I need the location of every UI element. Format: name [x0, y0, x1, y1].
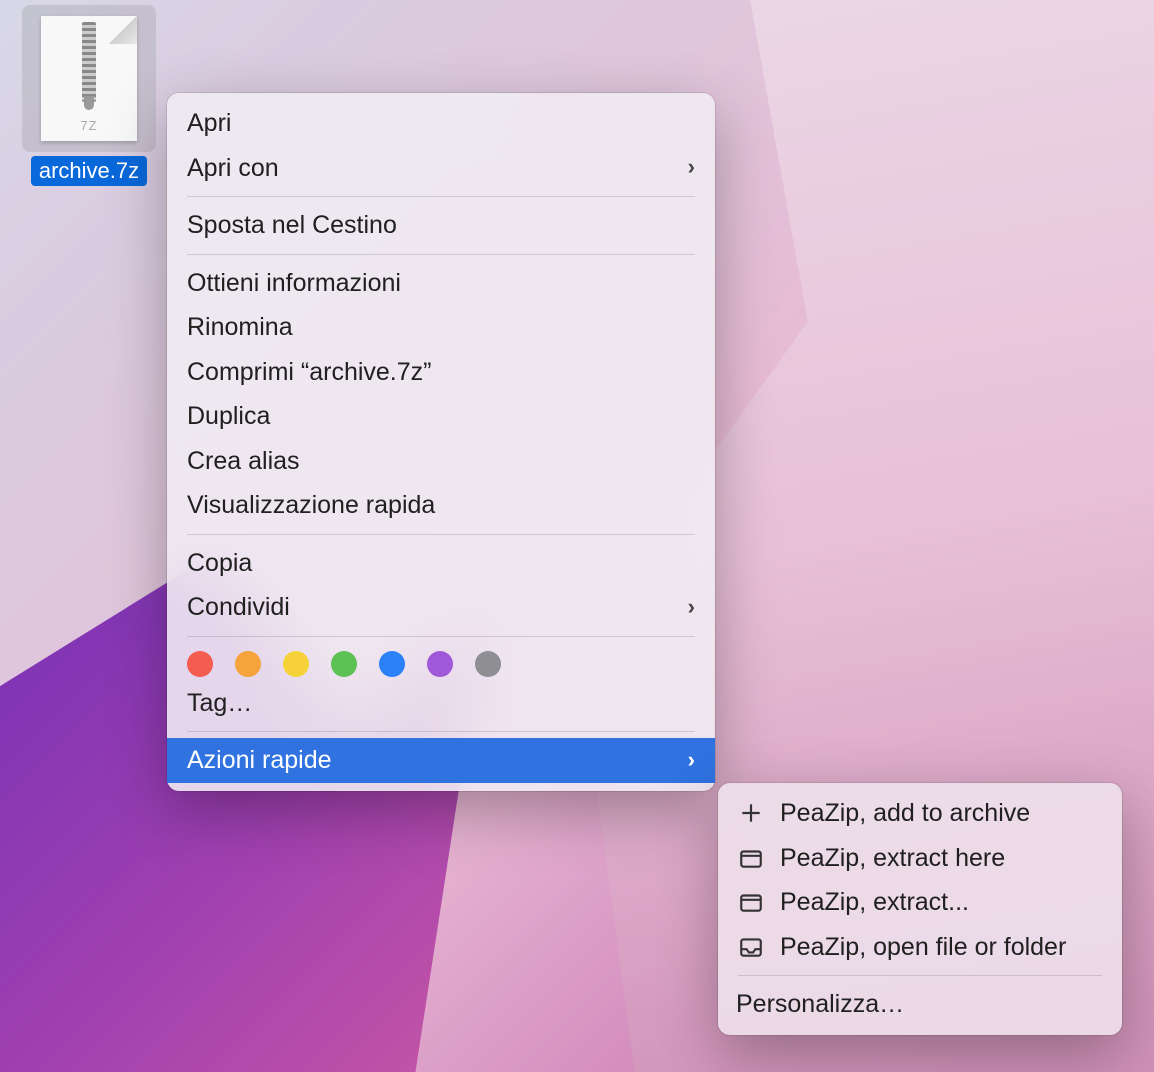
chevron-right-icon: › [688, 153, 695, 182]
tag-yellow[interactable] [283, 651, 309, 677]
archive-file-icon: 7Z [41, 16, 137, 141]
submenu-item-label: PeaZip, extract here [780, 842, 1005, 875]
folder-icon [736, 887, 766, 917]
quick-actions-submenu: PeaZip, add to archive PeaZip, extract h… [718, 783, 1122, 1035]
chevron-right-icon: › [688, 593, 695, 622]
file-extension: 7Z [80, 118, 97, 133]
submenu-item-label: PeaZip, add to archive [780, 797, 1030, 830]
submenu-peazip-add[interactable]: PeaZip, add to archive [718, 791, 1122, 836]
submenu-peazip-extract-here[interactable]: PeaZip, extract here [718, 836, 1122, 881]
menu-item-label: Rinomina [187, 311, 293, 344]
menu-open-with[interactable]: Apri con › [167, 146, 715, 191]
tag-orange[interactable] [235, 651, 261, 677]
menu-open[interactable]: Apri [167, 101, 715, 146]
tag-purple[interactable] [427, 651, 453, 677]
menu-separator [187, 534, 695, 535]
submenu-peazip-open[interactable]: PeaZip, open file or folder [718, 925, 1122, 970]
plus-icon [736, 798, 766, 828]
tray-icon [736, 932, 766, 962]
menu-separator [187, 636, 695, 637]
submenu-item-label: PeaZip, open file or folder [780, 931, 1066, 964]
menu-item-label: Copia [187, 547, 252, 580]
menu-item-label: Apri con [187, 152, 279, 185]
submenu-customize[interactable]: Personalizza… [718, 982, 1122, 1027]
submenu-item-label: PeaZip, extract... [780, 886, 969, 919]
context-menu: Apri Apri con › Sposta nel Cestino Ottie… [167, 93, 715, 791]
folder-icon [736, 843, 766, 873]
menu-item-label: Visualizzazione rapida [187, 489, 435, 522]
menu-get-info[interactable]: Ottieni informazioni [167, 261, 715, 306]
menu-item-label: Duplica [187, 400, 270, 433]
submenu-peazip-extract[interactable]: PeaZip, extract... [718, 880, 1122, 925]
menu-make-alias[interactable]: Crea alias [167, 439, 715, 484]
desktop-file[interactable]: 7Z archive.7z [22, 5, 156, 186]
menu-separator [187, 196, 695, 197]
submenu-item-label: Personalizza… [736, 988, 904, 1021]
menu-quick-actions[interactable]: Azioni rapide › [167, 738, 715, 783]
menu-quick-look[interactable]: Visualizzazione rapida [167, 483, 715, 528]
tag-blue[interactable] [379, 651, 405, 677]
menu-copy[interactable]: Copia [167, 541, 715, 586]
menu-item-label: Comprimi “archive.7z” [187, 356, 431, 389]
menu-item-label: Azioni rapide [187, 744, 332, 777]
zipper-icon [82, 22, 96, 102]
menu-item-label: Ottieni informazioni [187, 267, 401, 300]
tag-gray[interactable] [475, 651, 501, 677]
menu-separator [187, 731, 695, 732]
menu-item-label: Sposta nel Cestino [187, 209, 397, 242]
menu-separator [738, 975, 1102, 976]
menu-item-label: Apri [187, 107, 231, 140]
menu-compress[interactable]: Comprimi “archive.7z” [167, 350, 715, 395]
color-tags-row [167, 643, 715, 681]
menu-item-label: Crea alias [187, 445, 300, 478]
menu-move-to-trash[interactable]: Sposta nel Cestino [167, 203, 715, 248]
menu-rename[interactable]: Rinomina [167, 305, 715, 350]
menu-item-label: Tag… [187, 687, 252, 720]
file-selection-highlight: 7Z [22, 5, 156, 152]
menu-separator [187, 254, 695, 255]
menu-duplicate[interactable]: Duplica [167, 394, 715, 439]
menu-share[interactable]: Condividi › [167, 585, 715, 630]
file-name-label[interactable]: archive.7z [31, 156, 147, 186]
menu-tags[interactable]: Tag… [167, 681, 715, 726]
tag-red[interactable] [187, 651, 213, 677]
menu-item-label: Condividi [187, 591, 290, 624]
chevron-right-icon: › [688, 746, 695, 775]
tag-green[interactable] [331, 651, 357, 677]
